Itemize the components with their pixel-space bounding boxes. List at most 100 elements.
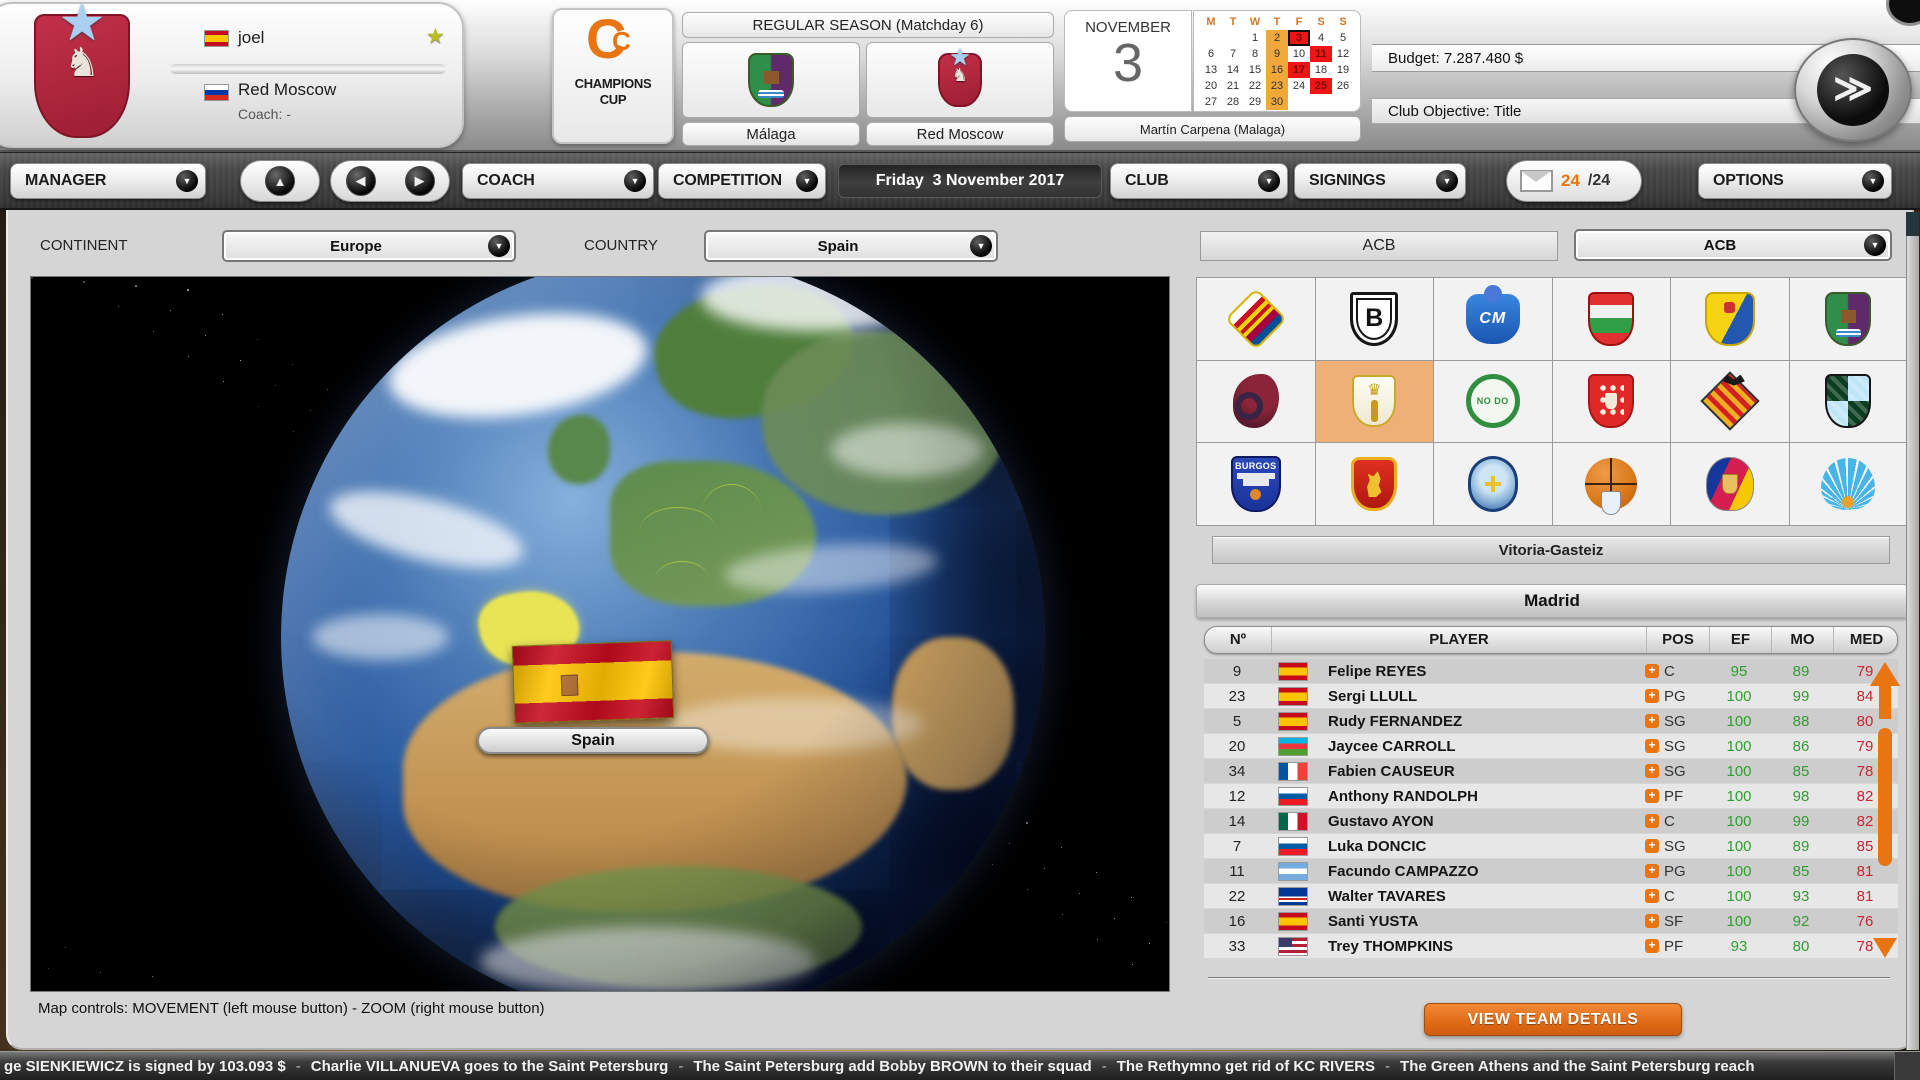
scrollbar-thumb[interactable] bbox=[1878, 728, 1892, 866]
andorra-crest-icon bbox=[1706, 457, 1754, 511]
add-player-icon[interactable]: + bbox=[1645, 914, 1659, 928]
team-logo-cell-gran-canaria-crest[interactable] bbox=[1671, 278, 1789, 360]
add-player-icon[interactable]: + bbox=[1645, 714, 1659, 728]
player-ef-value: 95 bbox=[1708, 663, 1770, 680]
team-logo-cell-barcelona-crest[interactable] bbox=[1197, 278, 1315, 360]
mail-button[interactable]: 24 /24 bbox=[1506, 160, 1642, 202]
player-row[interactable]: 14Gustavo AYON+C1009982 bbox=[1204, 809, 1898, 833]
country-label: COUNTRY bbox=[584, 237, 658, 254]
team-logo-cell-fuenlabrada-crest[interactable] bbox=[1553, 278, 1671, 360]
team-logo-cell-tenerife-crest[interactable] bbox=[1434, 443, 1552, 525]
player-position: PG bbox=[1664, 863, 1686, 880]
menu-competition-button[interactable]: COMPETITION ▼ bbox=[658, 163, 826, 199]
fixture-home-logo-cell[interactable] bbox=[682, 42, 860, 118]
menu-manager-label: MANAGER bbox=[25, 172, 106, 190]
team-logo-cell-murcia-crest[interactable] bbox=[1553, 361, 1671, 443]
home-button[interactable]: ▲ bbox=[265, 166, 295, 196]
star bbox=[118, 306, 119, 307]
menu-options-button[interactable]: OPTIONS ▼ bbox=[1698, 163, 1892, 199]
world-map-viewport[interactable]: Spain bbox=[30, 276, 1170, 992]
add-player-icon[interactable]: + bbox=[1645, 764, 1659, 778]
player-position-cell: +SG bbox=[1645, 713, 1708, 730]
spain-flag-marker[interactable] bbox=[512, 640, 675, 724]
forward-button[interactable]: ▶ bbox=[405, 166, 435, 196]
add-player-icon[interactable]: + bbox=[1645, 664, 1659, 678]
player-row[interactable]: 7Luka DONCIC+SG1008985 bbox=[1204, 834, 1898, 858]
world-globe[interactable] bbox=[281, 276, 1045, 992]
team-logo-cell-estudiantes-crest[interactable]: CM bbox=[1434, 278, 1552, 360]
back-button[interactable]: ◀ bbox=[346, 166, 376, 196]
continue-icon: ≫ bbox=[1817, 54, 1889, 126]
add-player-icon[interactable]: + bbox=[1645, 839, 1659, 853]
team-logo-cell-madrid-crest[interactable] bbox=[1316, 361, 1434, 443]
player-ef-value: 100 bbox=[1708, 788, 1770, 805]
globe-landmass bbox=[762, 331, 1006, 514]
country-border-line bbox=[640, 507, 716, 553]
add-player-icon[interactable]: + bbox=[1645, 889, 1659, 903]
murcia-crest-icon bbox=[1588, 374, 1634, 428]
menu-coach-button[interactable]: COACH ▼ bbox=[462, 163, 654, 199]
fixture-away-logo-cell[interactable]: ★ ♞ bbox=[866, 42, 1054, 118]
team-logo-cell-burgos-crest[interactable]: BURGOS bbox=[1197, 443, 1315, 525]
team-logo-cell-obradoiro-crest[interactable] bbox=[1790, 443, 1908, 525]
player-ef-value: 100 bbox=[1708, 688, 1770, 705]
team-logo-cell-checkered-crest[interactable] bbox=[1790, 361, 1908, 443]
add-player-icon[interactable]: + bbox=[1645, 689, 1659, 703]
user-name: joel bbox=[238, 28, 264, 48]
player-position-cell: +SG bbox=[1645, 738, 1708, 755]
obradoiro-crest-icon bbox=[1821, 458, 1875, 510]
player-row[interactable]: 11Facundo CAMPAZZO+PG1008581 bbox=[1204, 859, 1898, 883]
scroll-up-stem[interactable] bbox=[1879, 685, 1891, 719]
team-logo-cell-valencia-crest[interactable] bbox=[1671, 361, 1789, 443]
spain-flag-icon bbox=[1278, 712, 1308, 731]
spain-flag-icon bbox=[1278, 662, 1308, 681]
menu-club-button[interactable]: CLUB ▼ bbox=[1110, 163, 1288, 199]
country-dropdown[interactable]: Spain ▼ bbox=[704, 230, 998, 262]
star bbox=[992, 864, 993, 865]
team-logo-cell-zaragoza-crest[interactable] bbox=[1316, 443, 1434, 525]
team-logo-cell-basketball-crest[interactable] bbox=[1553, 443, 1671, 525]
country-border-line bbox=[655, 561, 708, 599]
player-row[interactable]: 9Felipe REYES+C958979 bbox=[1204, 659, 1898, 683]
player-name: Felipe REYES bbox=[1316, 663, 1645, 680]
continent-dropdown[interactable]: Europe ▼ bbox=[222, 230, 516, 262]
player-row[interactable]: 23Sergi LLULL+PG1009984 bbox=[1204, 684, 1898, 708]
menu-signings-button[interactable]: SIGNINGS ▼ bbox=[1294, 163, 1466, 199]
player-row[interactable]: 20Jaycee CARROLL+SG1008679 bbox=[1204, 734, 1898, 758]
scroll-up-icon[interactable] bbox=[1870, 662, 1900, 686]
team-logo-cell-andorra-crest[interactable] bbox=[1671, 443, 1789, 525]
continue-button[interactable]: ≫ bbox=[1794, 38, 1912, 142]
calendar-day: 14 bbox=[1222, 62, 1244, 78]
view-team-details-button[interactable]: VIEW TEAM DETAILS bbox=[1424, 1003, 1682, 1036]
scroll-down-icon[interactable] bbox=[1873, 938, 1897, 958]
add-player-icon[interactable]: + bbox=[1645, 814, 1659, 828]
malaga-crest-icon bbox=[748, 53, 794, 107]
league-dropdown[interactable]: ACB ▼ bbox=[1574, 229, 1892, 261]
add-player-icon[interactable]: + bbox=[1645, 939, 1659, 953]
add-player-icon[interactable]: + bbox=[1645, 789, 1659, 803]
ticker-item: The Rethymno get rid of KC RIVERS bbox=[1117, 1058, 1375, 1075]
country-marker-label[interactable]: Spain bbox=[477, 727, 709, 754]
player-number: 5 bbox=[1204, 713, 1270, 730]
team-logo-cell-ram-crest[interactable] bbox=[1197, 361, 1315, 443]
add-player-icon[interactable]: + bbox=[1645, 739, 1659, 753]
add-player-icon[interactable]: + bbox=[1645, 864, 1659, 878]
team-logo-cell-bilbao-crest[interactable]: B bbox=[1316, 278, 1434, 360]
player-row[interactable]: 33Trey THOMPKINS+PF938078 bbox=[1204, 934, 1898, 958]
player-mo-value: 99 bbox=[1770, 813, 1832, 830]
team-logo-cell-malaga-crest[interactable] bbox=[1790, 278, 1908, 360]
ticker-end-box bbox=[1894, 1052, 1920, 1080]
player-row[interactable]: 34Fabien CAUSEUR+SG1008578 bbox=[1204, 759, 1898, 783]
corner-button[interactable] bbox=[1886, 0, 1920, 26]
player-row[interactable]: 22Walter TAVARES+C1009381 bbox=[1204, 884, 1898, 908]
player-name: Jaycee CARROLL bbox=[1316, 738, 1645, 755]
window-right-scrollbar[interactable] bbox=[1906, 212, 1919, 1050]
player-row[interactable]: 16Santi YUSTA+SF1009276 bbox=[1204, 909, 1898, 933]
menu-manager-button[interactable]: MANAGER ▼ bbox=[10, 163, 206, 199]
team-logo-cell-sevilla-crest[interactable]: NO DO bbox=[1434, 361, 1552, 443]
player-row[interactable]: 12Anthony RANDOLPH+PF1009882 bbox=[1204, 784, 1898, 808]
star bbox=[1027, 889, 1028, 890]
calendar-day: 16 bbox=[1266, 62, 1288, 78]
player-row[interactable]: 5Rudy FERNANDEZ+SG1008880 bbox=[1204, 709, 1898, 733]
user-flag-spain-icon bbox=[204, 30, 229, 47]
